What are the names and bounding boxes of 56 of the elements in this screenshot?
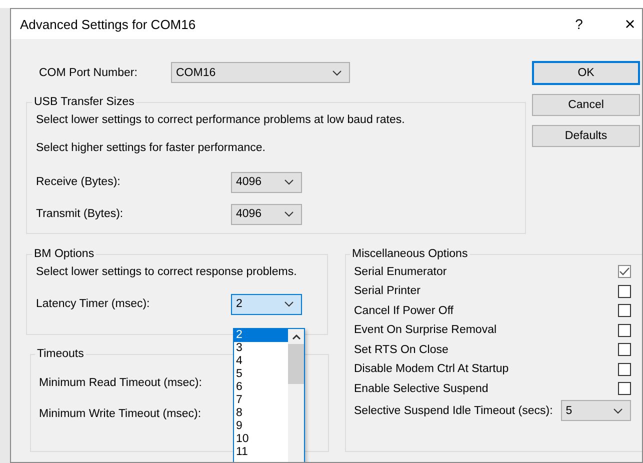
list-item[interactable]: 6 (234, 381, 288, 394)
chevron-icon (612, 408, 623, 414)
field-label: Latency Timer (msec): (36, 298, 151, 310)
list-item[interactable]: 3 (234, 342, 288, 355)
list-item[interactable]: 9 (234, 420, 288, 433)
chevron-icon (332, 70, 342, 76)
field-label: Selective Suspend Idle Timeout (secs): (354, 404, 553, 416)
option-label: Serial Enumerator (354, 266, 447, 278)
scrollbar[interactable] (288, 329, 304, 462)
field-label: Minimum Read Timeout (msec): (39, 377, 202, 389)
dropdown[interactable]: 4096 (231, 204, 302, 224)
dialog-button[interactable]: Cancel (532, 94, 640, 116)
list-item[interactable]: 11 (234, 446, 288, 459)
window-title: Advanced Settings for COM16 (20, 16, 197, 32)
scroll-thumb[interactable] (288, 344, 304, 384)
option-label: Set RTS On Close (354, 344, 448, 356)
list-item[interactable]: 10 (234, 433, 288, 446)
group-title: Miscellaneous Options (351, 248, 469, 260)
option-label: Event On Surprise Removal (354, 324, 497, 336)
help-button[interactable]: ? (571, 16, 587, 32)
list-item[interactable]: 7 (234, 394, 288, 407)
dropdown[interactable]: COM16 (171, 62, 350, 83)
close-button[interactable]: × (622, 14, 638, 34)
checkbox[interactable] (618, 382, 631, 396)
list-item[interactable]: 5 (234, 368, 288, 381)
chevron-icon (284, 301, 294, 307)
checkbox[interactable] (618, 304, 631, 318)
option-label: Enable Selective Suspend (354, 382, 488, 395)
checkbox[interactable] (618, 362, 631, 376)
option-label: Serial Printer (354, 285, 420, 298)
dropdown[interactable]: 5 (560, 400, 631, 421)
field-label: Transmit (Bytes): (36, 208, 124, 220)
option-label: Cancel If Power Off (354, 304, 454, 317)
option-label: Disable Modem Ctrl At Startup (354, 363, 509, 376)
list-item[interactable]: 4 (234, 355, 288, 368)
field-label: COM Port Number: (39, 66, 138, 78)
description-text: Select lower settings to correct response problems. (36, 265, 298, 280)
checkbox[interactable] (618, 284, 631, 298)
list-item[interactable]: 8 (234, 407, 288, 420)
chevron-icon (284, 211, 294, 217)
field-label: Receive (Bytes): (36, 176, 122, 188)
checkbox[interactable] (618, 343, 631, 356)
chevron-icon (284, 179, 294, 185)
dialog-button[interactable]: OK (532, 61, 640, 85)
group-title: USB Transfer Sizes (33, 96, 136, 108)
list-item[interactable]: 2 (234, 329, 288, 342)
dialog-button[interactable]: Defaults (532, 125, 640, 147)
description-text: Select lower settings to correct performance problems at low baud rates. (36, 113, 406, 128)
description-text: Select higher settings for faster performance. (36, 141, 266, 156)
dropdown[interactable]: 2 (231, 294, 302, 314)
checkbox[interactable] (618, 265, 631, 278)
checkbox[interactable] (618, 324, 631, 337)
group-title: BM Options (33, 248, 96, 260)
field-label: Minimum Write Timeout (msec): (39, 408, 202, 420)
group-title: Timeouts (36, 348, 85, 360)
dropdown[interactable]: 4096 (231, 172, 302, 192)
